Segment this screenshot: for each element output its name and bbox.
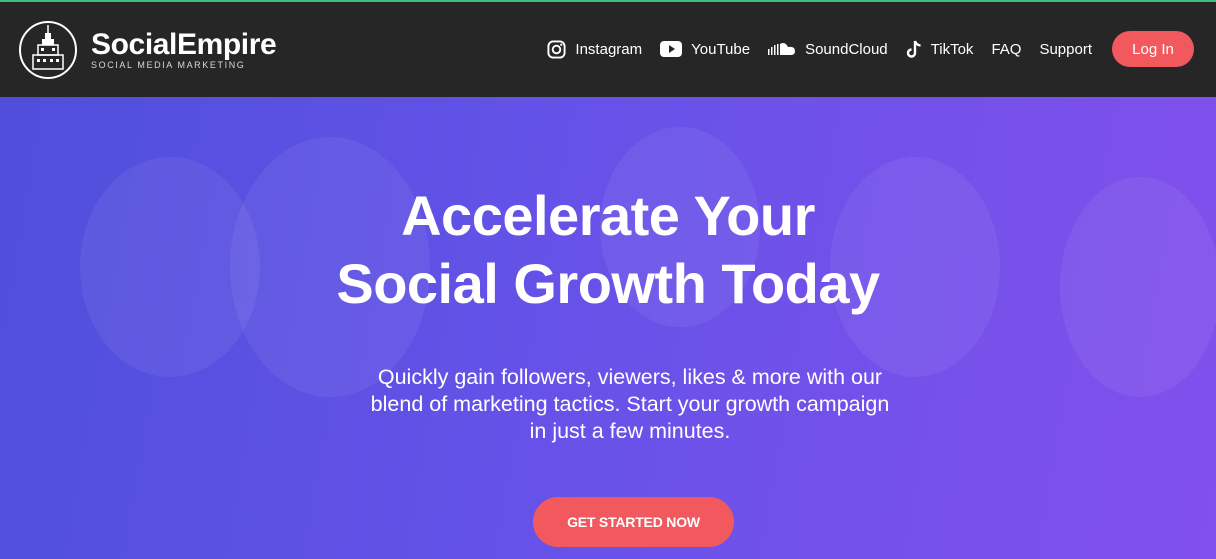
- youtube-icon: [660, 41, 683, 57]
- nav-item-soundcloud[interactable]: SoundCloud: [768, 41, 888, 58]
- hero-title-line2: Social Growth Today: [336, 252, 880, 315]
- soundcloud-icon: [768, 43, 796, 55]
- instagram-icon: [547, 39, 566, 59]
- site-header: SocialEmpire SOCIAL MEDIA MARKETING Inst…: [0, 2, 1216, 97]
- nav-label-support: Support: [1039, 40, 1092, 58]
- nav-item-tiktok[interactable]: TikTok: [906, 40, 974, 59]
- brand-name: SocialEmpire: [91, 28, 277, 61]
- hero-subtitle-line1: Quickly gain followers, viewers, likes &…: [377, 365, 883, 389]
- hero-subtitle: Quickly gain followers, viewers, likes &…: [330, 364, 930, 445]
- tiktok-icon: [906, 40, 921, 58]
- empire-state-building-icon: [19, 21, 77, 79]
- nav-label-youtube: YouTube: [691, 40, 751, 58]
- nav-label-instagram: Instagram: [575, 40, 643, 58]
- nav-item-faq[interactable]: FAQ: [991, 41, 1021, 58]
- nav-item-youtube[interactable]: YouTube: [660, 41, 750, 58]
- hero-subtitle-line3: in just a few minutes.: [529, 419, 731, 443]
- nav-item-support[interactable]: Support: [1039, 41, 1092, 58]
- hero-subtitle-line2: blend of marketing tactics. Start your g…: [370, 392, 890, 416]
- nav-label-tiktok: TikTok: [930, 40, 974, 58]
- main-nav: Instagram YouTube SoundCloud TikTok FAQ …: [547, 31, 1194, 67]
- brand-tagline: SOCIAL MEDIA MARKETING: [91, 60, 246, 70]
- login-button[interactable]: Log In: [1112, 31, 1194, 67]
- nav-label-faq: FAQ: [991, 40, 1022, 58]
- nav-item-instagram[interactable]: Instagram: [547, 39, 643, 59]
- brand-logo-link[interactable]: SocialEmpire SOCIAL MEDIA MARKETING: [19, 21, 277, 79]
- hero-section: Accelerate Your Social Growth Today Quic…: [0, 97, 1216, 559]
- nav-label-soundcloud: SoundCloud: [805, 40, 888, 58]
- get-started-button[interactable]: GET STARTED NOW: [533, 497, 734, 547]
- hero-title-line1: Accelerate Your: [401, 184, 815, 247]
- hero-title: Accelerate Your Social Growth Today: [0, 182, 1216, 318]
